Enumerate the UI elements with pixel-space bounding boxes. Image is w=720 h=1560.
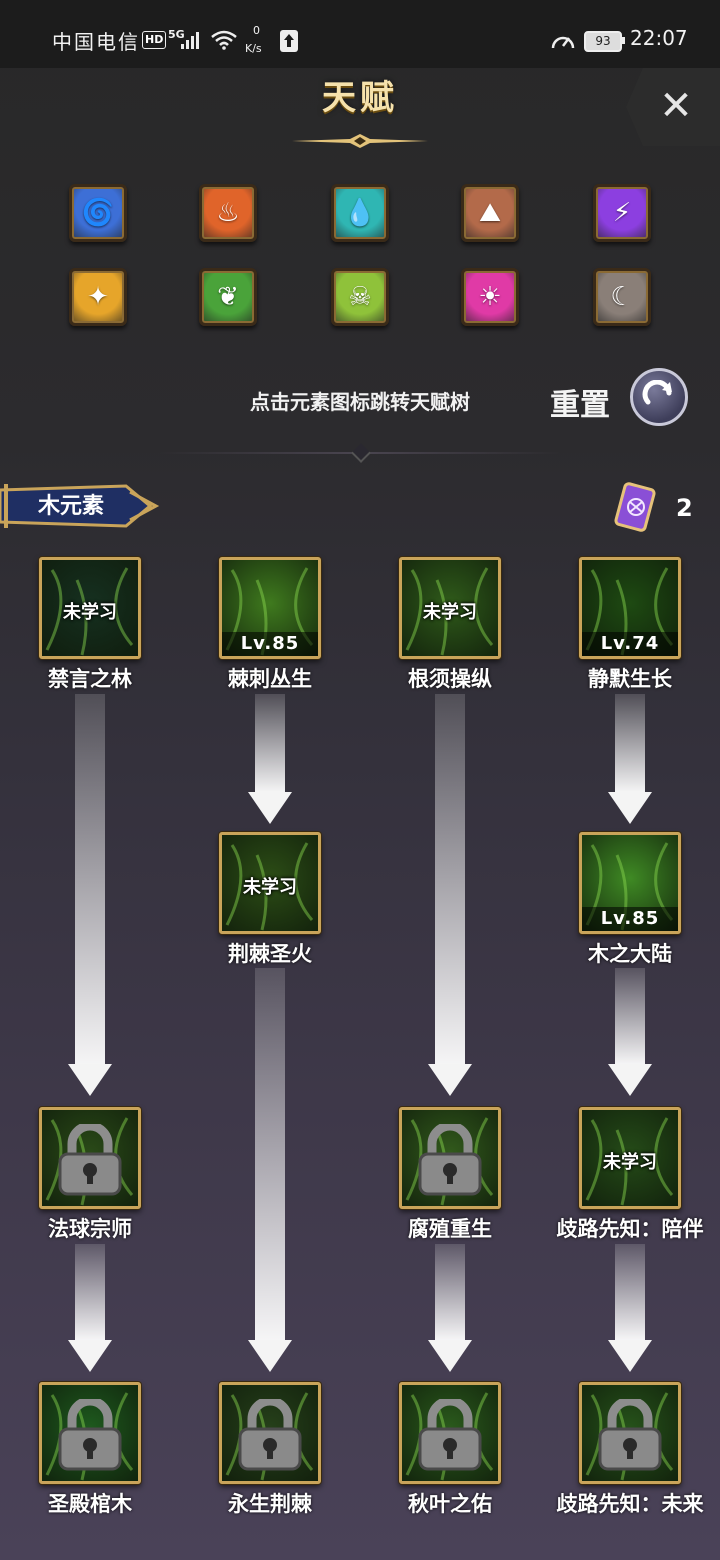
wifi-icon	[211, 30, 237, 50]
connector-arrow-head	[68, 1064, 112, 1096]
carrier-label: 中国电信	[52, 30, 140, 54]
talent-name: 歧路先知：陪伴	[556, 1217, 704, 1241]
element-button-dark[interactable]: ☾	[593, 268, 651, 326]
talent-name: 根须操纵	[408, 667, 492, 691]
divider-ornament	[351, 443, 371, 463]
talent-name: 荆棘圣火	[228, 942, 312, 966]
talent-level: Lv.74	[582, 632, 678, 656]
talent-status: 未学习	[243, 877, 297, 898]
talent-status: 未学习	[603, 1152, 657, 1173]
talent-scroll-icon	[614, 482, 656, 532]
element-button-water[interactable]: 💧	[331, 184, 389, 242]
connector-arrow-shaft	[435, 694, 465, 1064]
lock-icon	[418, 1399, 482, 1471]
hd-badge: HD	[142, 31, 167, 49]
close-icon[interactable]: ✕	[656, 86, 696, 126]
connector-arrow-shaft	[255, 694, 285, 792]
connector-arrow-head	[608, 1340, 652, 1372]
element-button-holy[interactable]: ☀	[461, 268, 519, 326]
lock-icon	[58, 1124, 122, 1196]
element-button-poison[interactable]: ☠	[331, 268, 389, 326]
element-button-wood[interactable]: ❦	[199, 268, 257, 326]
talent-node[interactable]: Lv.85	[579, 832, 681, 934]
connector-arrow-shaft	[75, 694, 105, 1064]
talent-node[interactable]: 未学习	[579, 1107, 681, 1209]
sun-icon: ☀	[478, 282, 502, 312]
battery-tip	[622, 37, 625, 44]
connector-arrow-head	[428, 1064, 472, 1096]
talent-name: 歧路先知：未来	[556, 1492, 704, 1516]
connector-arrow-shaft	[75, 1244, 105, 1340]
scroll-count: 2	[676, 494, 693, 522]
connector-arrow-head	[608, 1064, 652, 1096]
talent-node[interactable]: Lv.85	[219, 557, 321, 659]
speed-value: 0	[253, 24, 260, 37]
gem-icon: ✦	[87, 282, 109, 312]
talent-node[interactable]	[219, 1382, 321, 1484]
droplet-icon: 💧	[343, 198, 377, 228]
connector-arrow-shaft	[615, 1244, 645, 1340]
reset-button[interactable]	[630, 368, 688, 426]
connector-arrow-shaft	[435, 1244, 465, 1340]
speed-unit: K/s	[245, 42, 262, 55]
talent-node[interactable]	[39, 1107, 141, 1209]
connector-arrow-head	[248, 792, 292, 824]
talent-name: 静默生长	[588, 667, 672, 691]
talent-status: 未学习	[63, 602, 117, 623]
connector-arrow-head	[68, 1340, 112, 1372]
element-button-thunder[interactable]: ⚡	[593, 184, 651, 242]
connector-arrow-shaft	[255, 968, 285, 1340]
connector-arrow-head	[428, 1340, 472, 1372]
upload-icon	[280, 30, 298, 52]
talent-node[interactable]	[39, 1382, 141, 1484]
reset-label[interactable]: 重置	[550, 380, 610, 424]
talent-level: Lv.85	[222, 632, 318, 656]
clock: 22:07	[630, 26, 688, 50]
talent-name: 秋叶之佑	[408, 1492, 492, 1516]
element-button-earth[interactable]: ⛰	[461, 184, 519, 242]
talent-name: 圣殿棺木	[48, 1492, 132, 1516]
element-button-light[interactable]: ✦	[69, 268, 127, 326]
talent-name: 法球宗师	[48, 1217, 132, 1241]
talent-node[interactable]	[579, 1382, 681, 1484]
signal-icon	[181, 32, 199, 49]
talent-name: 永生荆棘	[228, 1492, 312, 1516]
moon-icon: ☾	[610, 282, 634, 312]
speedometer-icon	[551, 36, 575, 49]
hint-text: 点击元素图标跳转天赋树	[250, 390, 470, 414]
talent-node[interactable]: 未学习	[399, 557, 501, 659]
title-ornament	[292, 134, 428, 148]
talent-name: 木之大陆	[588, 942, 672, 966]
battery-icon: 93	[584, 31, 622, 52]
talent-name: 棘刺丛生	[228, 667, 312, 691]
connector-arrow-shaft	[615, 968, 645, 1064]
element-button-fire[interactable]: ♨	[199, 184, 257, 242]
element-button-wind[interactable]: 🌀	[69, 184, 127, 242]
skull-icon: ☠	[348, 282, 372, 312]
connector-arrow-shaft	[615, 694, 645, 792]
flame-icon: ♨	[216, 198, 240, 228]
tornado-icon: 🌀	[81, 198, 115, 228]
talent-node[interactable]: 未学习	[39, 557, 141, 659]
lightning-icon: ⚡	[612, 198, 632, 228]
talent-node[interactable]: Lv.74	[579, 557, 681, 659]
talent-name: 腐殖重生	[408, 1217, 492, 1241]
connector-arrow-head	[248, 1340, 292, 1372]
talent-name: 禁言之林	[48, 667, 132, 691]
talent-node[interactable]	[399, 1107, 501, 1209]
lock-icon	[58, 1399, 122, 1471]
leaf-icon: ❦	[217, 282, 239, 312]
rock-icon: ⛰	[479, 197, 501, 228]
connector-arrow-head	[608, 792, 652, 824]
refresh-icon	[642, 380, 672, 405]
lock-icon	[598, 1399, 662, 1471]
talent-node[interactable]	[399, 1382, 501, 1484]
page-title: 天赋	[322, 78, 398, 118]
talent-status: 未学习	[423, 602, 477, 623]
talent-level: Lv.85	[582, 907, 678, 931]
lock-icon	[418, 1124, 482, 1196]
talent-node[interactable]: 未学习	[219, 832, 321, 934]
lock-icon	[238, 1399, 302, 1471]
element-banner-label: 木元素	[38, 494, 105, 519]
